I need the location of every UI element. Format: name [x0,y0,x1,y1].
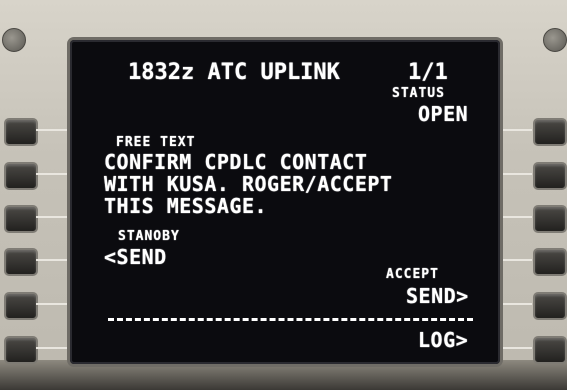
message-line: CONFIRM CPDLC CONTACT [104,150,368,174]
lsk-1l-button[interactable] [4,118,38,146]
message-line: WITH KUSA. ROGER/ACCEPT [104,172,393,196]
page-number: 1/1 [408,60,448,85]
lsk-6r-button[interactable] [533,336,567,364]
free-text-label: FREE TEXT [116,135,196,150]
lsk-tick-mark [36,216,70,218]
lsk-4r-button[interactable] [533,248,567,276]
accept-label: ACCEPT [386,267,439,282]
lsk-tick-mark [498,259,532,261]
lsk-tick-mark [36,173,70,175]
lsk-3l-button[interactable] [4,205,38,233]
separator-line [108,318,473,321]
lsk-5r-button[interactable] [533,292,567,320]
lsk-tick-mark [36,347,70,349]
cdu-bezel-lower [0,360,567,390]
standby-send-prompt[interactable]: <SEND [104,247,167,267]
lsk-tick-mark [498,173,532,175]
accept-send-prompt[interactable]: SEND> [406,286,469,306]
lsk-tick-mark [498,303,532,305]
lsk-tick-mark [498,347,532,349]
lsk-tick-mark [36,259,70,261]
lsk-tick-mark [36,303,70,305]
screw-icon [543,28,567,52]
page-title: 1832z ATC UPLINK [128,60,340,85]
screw-icon [2,28,26,52]
lsk-tick-mark [498,129,532,131]
lsk-4l-button[interactable] [4,248,38,276]
lsk-2l-button[interactable] [4,162,38,190]
lsk-2r-button[interactable] [533,162,567,190]
lsk-tick-mark [498,216,532,218]
log-prompt[interactable]: LOG> [418,330,468,350]
lsk-3r-button[interactable] [533,205,567,233]
standby-label: STANOBY [118,229,180,244]
status-label: STATUS [392,86,445,101]
lsk-1r-button[interactable] [533,118,567,146]
status-value: OPEN [418,102,469,126]
lsk-6l-button[interactable] [4,336,38,364]
lsk-tick-mark [36,129,70,131]
lsk-5l-button[interactable] [4,292,38,320]
message-line: THIS MESSAGE. [104,194,268,218]
